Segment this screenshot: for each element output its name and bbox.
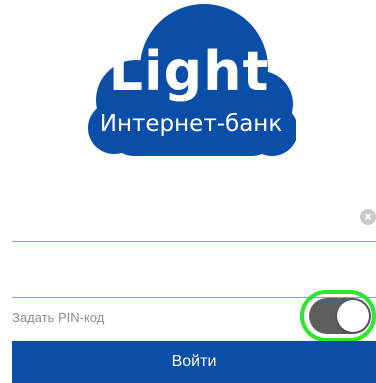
login-input[interactable] (12, 196, 342, 241)
pin-toggle[interactable] (309, 298, 371, 334)
password-input[interactable] (12, 252, 342, 297)
logo-title: Light (108, 40, 270, 103)
clear-icon[interactable]: × (360, 209, 376, 225)
login-field: × (12, 196, 376, 242)
toggle-knob (337, 300, 369, 332)
app-logo: Light Интернет-банк (86, 0, 296, 160)
login-screen: Light Интернет-банк × Задать PIN-код Вой… (0, 0, 376, 383)
logo-subtitle: Интернет-банк (99, 111, 283, 137)
pin-label: Задать PIN-код (12, 310, 105, 325)
login-button[interactable]: Войти (12, 341, 376, 383)
